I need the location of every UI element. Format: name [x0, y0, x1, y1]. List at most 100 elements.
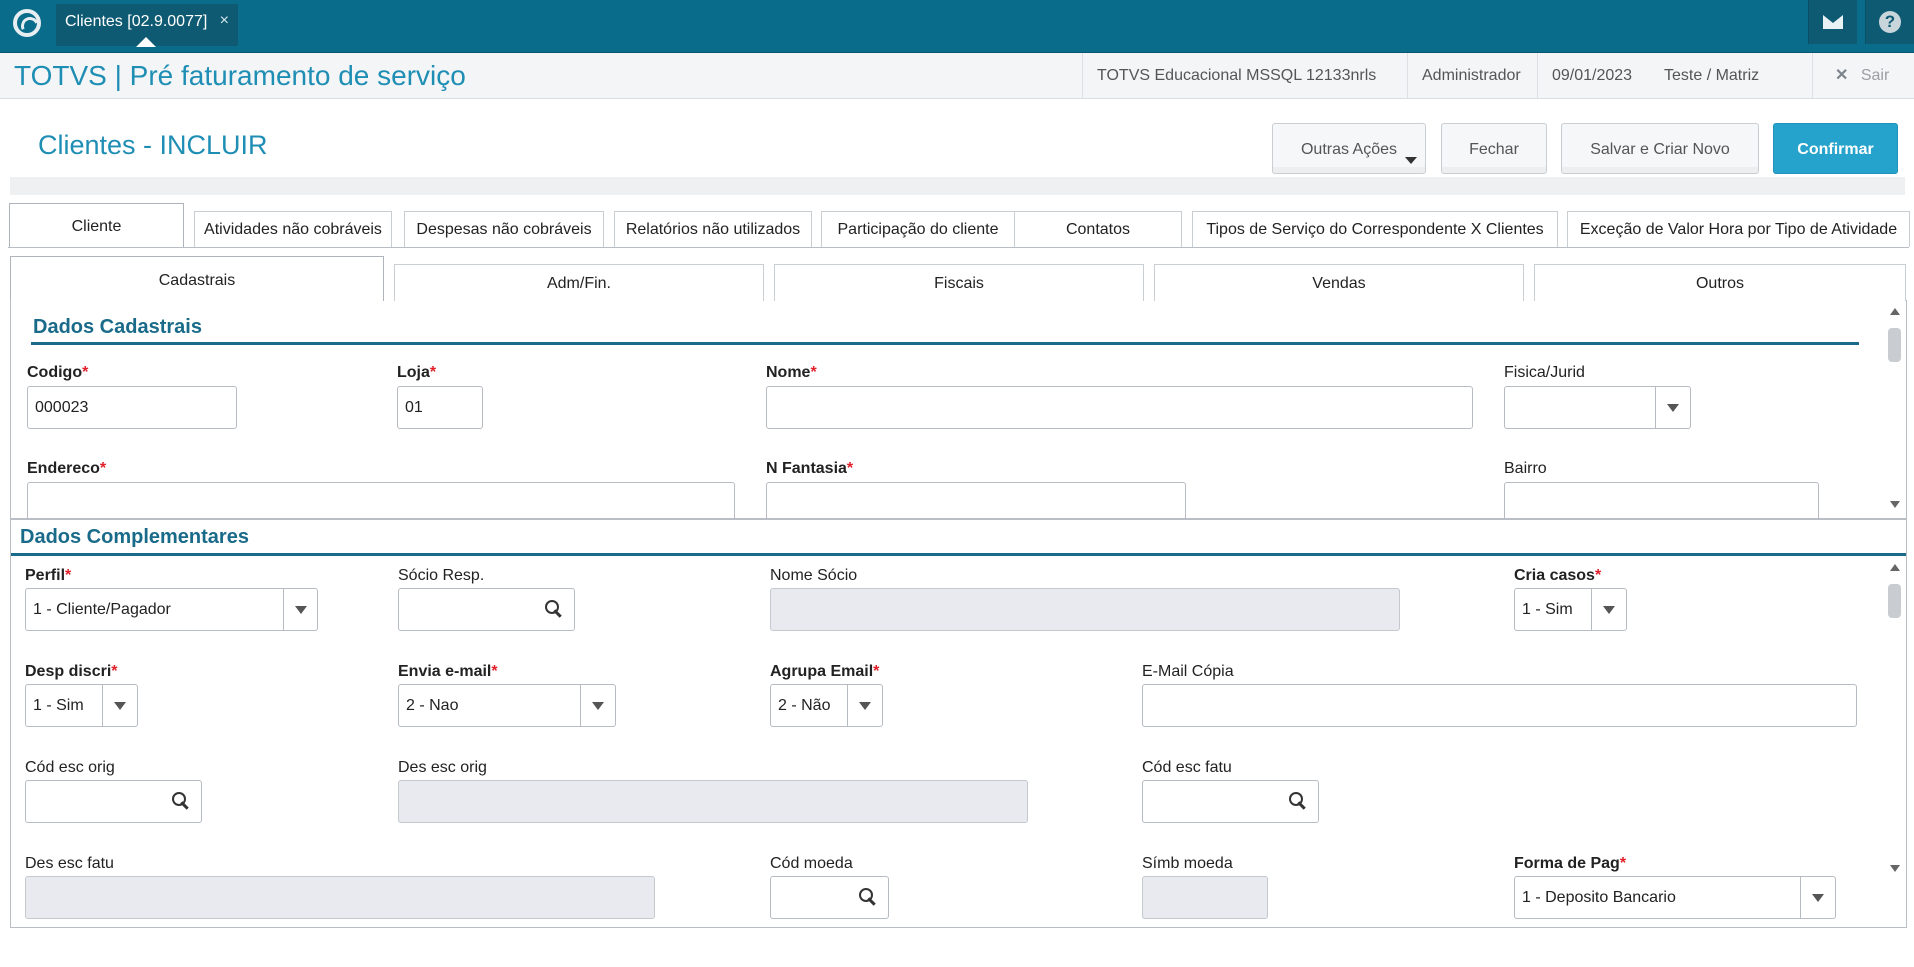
- tab-contatos[interactable]: Contatos: [1014, 211, 1182, 247]
- n-fantasia-label-text: N Fantasia: [766, 460, 847, 477]
- scrollbar-thumb[interactable]: [1888, 584, 1901, 618]
- scrollbar-thumb[interactable]: [1888, 328, 1901, 362]
- section-title: Dados Complementares: [20, 526, 249, 548]
- required-mark: *: [82, 364, 89, 381]
- required-mark: *: [873, 663, 880, 680]
- chevron-down-icon: [1405, 157, 1417, 164]
- perfil-label: Perfil*: [25, 567, 71, 585]
- scroll-up-icon[interactable]: [1890, 564, 1900, 571]
- cod-esc-orig-input[interactable]: [25, 780, 202, 823]
- scrollbar[interactable]: [1886, 564, 1904, 874]
- tab-participacao-do-cliente[interactable]: Participação do cliente: [821, 211, 1015, 247]
- totvs-logo-icon[interactable]: [13, 9, 41, 37]
- close-icon[interactable]: ×: [220, 12, 229, 30]
- required-mark: *: [65, 567, 72, 584]
- outras-acoes-label: Outras Ações: [1300, 141, 1398, 158]
- cria-casos-select[interactable]: 1 - Sim: [1514, 588, 1627, 631]
- tab-cliente[interactable]: Cliente: [9, 203, 184, 248]
- scroll-down-icon[interactable]: [1890, 865, 1900, 872]
- select-divider: [1655, 387, 1656, 428]
- exit-button[interactable]: ✕ Sair: [1812, 53, 1912, 99]
- perfil-select[interactable]: 1 - Cliente/Pagador: [25, 588, 318, 631]
- chevron-down-icon: [859, 702, 871, 710]
- tab-despesas-nao-cobraveis[interactable]: Despesas não cobráveis: [404, 211, 604, 247]
- cria-casos-label: Cria casos*: [1514, 567, 1601, 585]
- endereco-label-text: Endereco: [27, 460, 100, 477]
- simb-moeda-input: [1142, 876, 1268, 919]
- chevron-down-icon: [1667, 404, 1679, 412]
- forma-pag-label: Forma de Pag*: [1514, 855, 1626, 873]
- n-fantasia-input[interactable]: [766, 482, 1186, 518]
- cod-esc-fatu-input[interactable]: [1142, 780, 1319, 823]
- select-divider: [102, 685, 103, 726]
- tab-fiscais[interactable]: Fiscais: [774, 264, 1144, 301]
- search-icon[interactable]: [1288, 791, 1308, 811]
- forma-pag-select[interactable]: 1 - Deposito Bancario: [1514, 876, 1836, 919]
- dados-complementares-panel: Dados Complementares Perfil* 1 - Cliente…: [10, 519, 1907, 928]
- salvar-criar-novo-button[interactable]: Salvar e Criar Novo: [1561, 123, 1759, 174]
- envia-email-select[interactable]: 2 - Nao: [398, 684, 616, 727]
- scroll-up-icon[interactable]: [1890, 308, 1900, 315]
- nome-input[interactable]: [766, 386, 1473, 429]
- page-title: Clientes - INCLUIR: [38, 130, 268, 160]
- loja-input[interactable]: 01: [397, 386, 483, 429]
- section-title: Dados Cadastrais: [33, 316, 202, 338]
- forma-pag-value: 1 - Deposito Bancario: [1522, 889, 1676, 906]
- tab-relatorios-nao-utilizados[interactable]: Relatórios não utilizados: [614, 211, 812, 247]
- chevron-down-icon: [1812, 894, 1824, 902]
- cria-casos-value: 1 - Sim: [1522, 601, 1573, 618]
- outras-acoes-button[interactable]: Outras Ações: [1272, 123, 1426, 174]
- chevron-down-icon: [1603, 606, 1615, 614]
- select-divider: [283, 589, 284, 630]
- email-copia-label: E-Mail Cópia: [1142, 663, 1234, 680]
- codigo-label: Codigo*: [27, 364, 88, 382]
- scroll-down-icon[interactable]: [1890, 501, 1900, 508]
- tab-atividades-nao-cobraveis[interactable]: Atividades não cobráveis: [194, 211, 392, 247]
- fechar-button[interactable]: Fechar: [1441, 123, 1547, 174]
- select-divider: [847, 685, 848, 726]
- app-tab-clientes[interactable]: Clientes [02.9.0077] ×: [56, 4, 238, 47]
- desp-discri-label-text: Desp discri: [25, 663, 112, 680]
- desp-discri-select[interactable]: 1 - Sim: [25, 684, 138, 727]
- des-esc-fatu-label: Des esc fatu: [25, 855, 114, 872]
- help-button[interactable]: ?: [1865, 0, 1914, 44]
- codigo-input[interactable]: 000023: [27, 386, 237, 429]
- envia-email-value: 2 - Nao: [406, 697, 459, 714]
- cod-moeda-input[interactable]: [770, 876, 889, 919]
- tab-outros[interactable]: Outros: [1534, 264, 1906, 301]
- required-mark: *: [1594, 567, 1602, 584]
- app-title: TOTVS | Pré faturamento de serviço: [14, 60, 466, 91]
- search-icon[interactable]: [171, 791, 191, 811]
- user-label: Administrador: [1407, 53, 1535, 99]
- fisica-jurid-select[interactable]: [1504, 386, 1691, 429]
- n-fantasia-label: N Fantasia*: [766, 460, 853, 478]
- chevron-down-icon: [295, 606, 307, 614]
- endereco-input[interactable]: [27, 482, 735, 518]
- tab-tipos-de-servico[interactable]: Tipos de Serviço do Correspondente X Cli…: [1192, 211, 1558, 247]
- bairro-input[interactable]: [1504, 482, 1819, 518]
- active-tab-caret-icon: [136, 37, 156, 47]
- cria-casos-label-text: Cria casos: [1514, 567, 1595, 584]
- search-icon[interactable]: [858, 887, 878, 907]
- tab-vendas[interactable]: Vendas: [1154, 264, 1524, 301]
- tab-excecao-valor-hora[interactable]: Exceção de Valor Hora por Tipo de Ativid…: [1567, 211, 1910, 247]
- tab-adm-fin[interactable]: Adm/Fin.: [394, 264, 764, 301]
- dados-cadastrais-panel: Dados Cadastrais Codigo* 000023 Loja* 01…: [10, 300, 1907, 519]
- loja-label: Loja*: [397, 364, 436, 382]
- endereco-label: Endereco*: [27, 460, 106, 478]
- nome-socio-label: Nome Sócio: [770, 567, 858, 584]
- tab-cadastrais[interactable]: Cadastrais: [10, 256, 384, 301]
- confirmar-button[interactable]: Confirmar: [1773, 123, 1898, 174]
- mail-button[interactable]: [1808, 0, 1857, 44]
- date-label: 09/01/2023: [1537, 53, 1638, 99]
- email-copia-input[interactable]: [1142, 684, 1857, 727]
- socio-resp-input[interactable]: [398, 588, 575, 631]
- environment-label: TOTVS Educacional MSSQL 12133nrls: [1082, 53, 1404, 99]
- bairro-label: Bairro: [1504, 460, 1547, 477]
- search-icon[interactable]: [544, 599, 564, 619]
- required-mark: *: [429, 364, 437, 381]
- scrollbar[interactable]: [1886, 308, 1904, 513]
- agrupa-email-select[interactable]: 2 - Não: [770, 684, 883, 727]
- fisica-jurid-label: Fisica/Jurid: [1504, 364, 1585, 381]
- required-mark: *: [846, 460, 854, 477]
